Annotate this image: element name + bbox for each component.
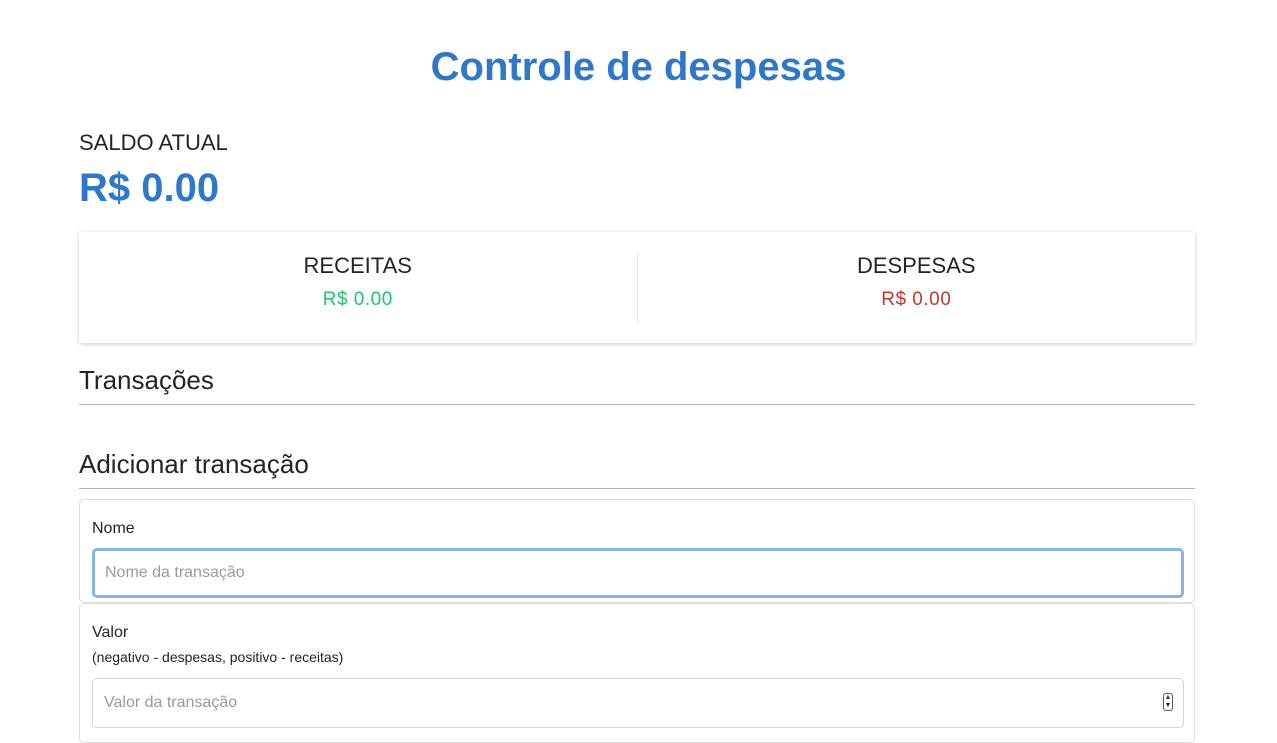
balance-value: R$ 0.00 (79, 166, 220, 210)
app-title: Controle de despesas (430, 45, 847, 89)
amount-field-hint: (negativo - despesas, positivo - receita… (92, 649, 344, 665)
amount-input[interactable] (93, 679, 1183, 727)
name-form-group: Nome (79, 499, 1195, 603)
expense-label: DESPESAS (856, 252, 976, 278)
income-summary: RECEITAS R$ 0.00 (79, 253, 637, 323)
add-transaction-title: Adicionar transação (79, 448, 1195, 489)
amount-field-label: Valor (92, 624, 129, 641)
transactions-title: Transações (79, 364, 1195, 405)
income-value: R$ 0.00 (322, 288, 393, 310)
name-field-label: Nome (92, 520, 135, 537)
transaction-list (79, 407, 1195, 427)
name-input[interactable] (92, 548, 1184, 598)
balance-label: SALDO ATUAL (79, 130, 228, 155)
summary-card: RECEITAS R$ 0.00 DESPESAS R$ 0.00 (79, 232, 1195, 343)
income-label: RECEITAS (303, 252, 412, 278)
expense-value: R$ 0.00 (881, 288, 952, 310)
expense-summary: DESPESAS R$ 0.00 (636, 252, 1196, 323)
number-stepper-icon[interactable]: ▲ ▼ (1163, 693, 1173, 711)
amount-input-wrapper: ▲▼ (92, 678, 1184, 728)
amount-form-group: Valor (negativo - despesas, positivo - r… (79, 603, 1195, 743)
